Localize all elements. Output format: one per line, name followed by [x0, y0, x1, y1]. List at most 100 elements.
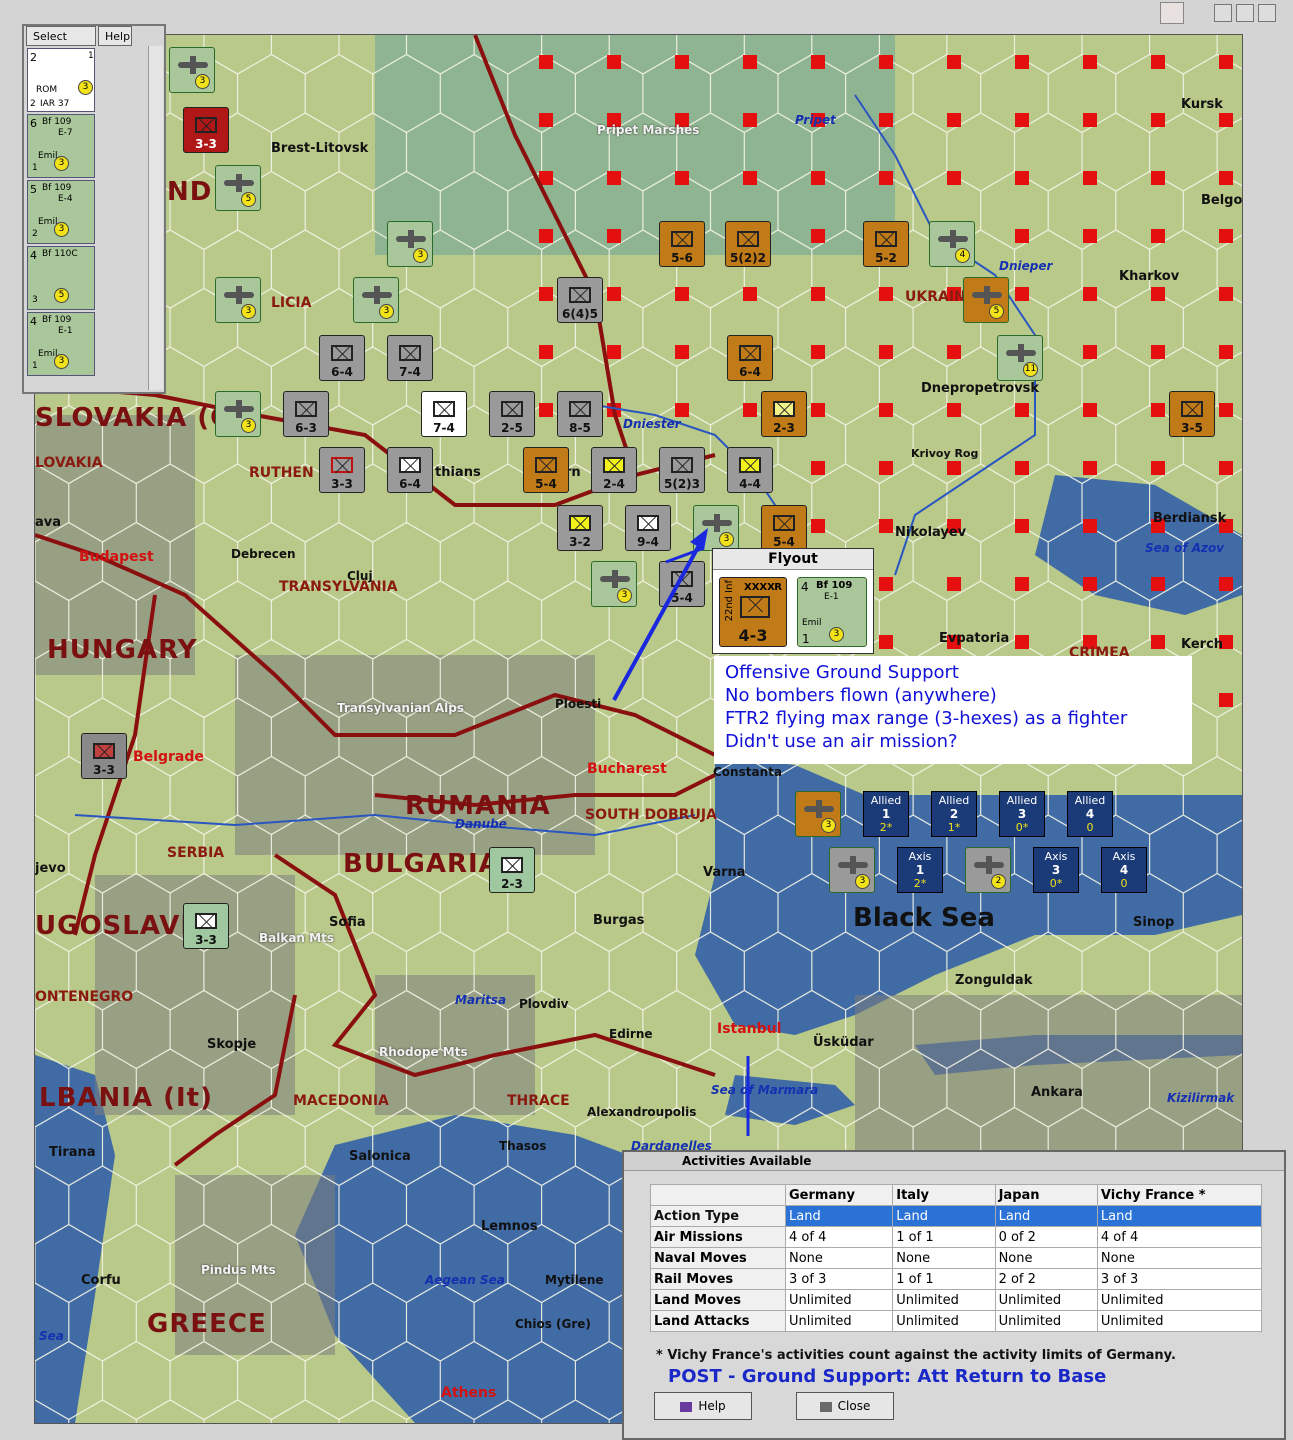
unit-counter[interactable]: 3-2	[557, 505, 603, 551]
city-label: Cluj	[347, 569, 373, 583]
unit-counter[interactable]: 3-3	[319, 447, 365, 493]
unit-counter[interactable]: 5(2)3	[659, 447, 705, 493]
air-unit[interactable]: 3	[387, 221, 433, 267]
region-label: LOVAKIA	[35, 455, 103, 471]
table-row[interactable]: Land Attacks Unlimited Unlimited Unlimit…	[650, 1310, 1263, 1332]
minimize-button[interactable]	[1214, 4, 1232, 22]
book-icon	[680, 1401, 693, 1412]
unit-counter[interactable]: 5-6	[659, 221, 705, 267]
allied-slot-2[interactable]: Allied 2 1*	[931, 791, 977, 837]
unit-list-item[interactable]: 4 Bf 109 E-1 Emil 1 3	[27, 312, 95, 376]
unit-counter[interactable]: 5-4	[761, 505, 807, 551]
flyout-ground-unit[interactable]: 22nd Inf XXXX R 4-3	[719, 577, 787, 647]
unit-counter[interactable]: 2-3	[761, 391, 807, 437]
capital-label: Budapest	[79, 549, 154, 565]
unit-counter[interactable]: 6(4)5	[557, 277, 603, 323]
table-row[interactable]: Naval Moves None None None None	[650, 1247, 1263, 1269]
table-row[interactable]: Land Moves Unlimited Unlimited Unlimited…	[650, 1289, 1263, 1311]
air-unit[interactable]: 3	[693, 505, 739, 551]
allied-air-unit-slot[interactable]: 3	[795, 791, 841, 837]
flyout-title: Flyout	[713, 549, 873, 570]
unit-counter[interactable]: 5-4	[523, 447, 569, 493]
allied-slot-1[interactable]: Allied 1 2*	[863, 791, 909, 837]
unit-counter[interactable]: 2-3	[489, 847, 535, 893]
air-unit[interactable]: 11	[997, 335, 1043, 381]
city-label: Dnepropetrovsk	[921, 381, 1040, 396]
air-unit[interactable]: 3	[169, 47, 215, 93]
column-header: Italy	[892, 1184, 996, 1206]
unit-list-item[interactable]: 4 Bf 110C 3 5	[27, 246, 95, 310]
select-tab[interactable]: Select	[26, 26, 96, 46]
air-unit[interactable]: 3	[591, 561, 637, 607]
help-tab[interactable]: Help	[98, 26, 132, 46]
unit-list-item[interactable]: 6 Bf 109 E-7 Emil 1 3	[27, 114, 95, 178]
unit-counter[interactable]: 6-4	[387, 447, 433, 493]
river-label: Dnieper	[999, 259, 1053, 273]
unit-list-scrollbar[interactable]	[148, 46, 163, 390]
capital-label: Bucharest	[587, 761, 667, 777]
country-label-yugoslavia: UGOSLAVI	[35, 911, 192, 941]
help-button[interactable]: Help	[654, 1392, 752, 1420]
flyout-air-unit[interactable]: 4 Bf 109 E-1 Emil 1 3	[797, 577, 867, 647]
close-button[interactable]: Close	[796, 1392, 894, 1420]
air-unit[interactable]: 4	[929, 221, 975, 267]
unit-counter[interactable]: 8-5	[557, 391, 603, 437]
unit-list-item[interactable]: 2 ROM IAR 37 1 2 3	[27, 48, 95, 112]
unit-counter[interactable]: 5-2	[863, 221, 909, 267]
city-label: Plovdiv	[519, 997, 569, 1011]
unit-counter[interactable]: 6-4	[727, 335, 773, 381]
city-label: Mytilene	[545, 1273, 604, 1287]
unit-counter[interactable]: 7-4	[387, 335, 433, 381]
air-unit[interactable]: 3	[215, 277, 261, 323]
region-label: UKRAIN	[905, 289, 966, 305]
capital-label: Belgrade	[133, 749, 204, 765]
unit-counter[interactable]: 3-3	[81, 733, 127, 779]
city-label: Chios (Gre)	[515, 1317, 591, 1331]
allied-slot-4[interactable]: Allied 4 0	[1067, 791, 1113, 837]
axis-air-unit-slot-2[interactable]: 2	[965, 847, 1011, 893]
unit-counter[interactable]: 9-4	[625, 505, 671, 551]
unit-select-panel: Select Help 2 ROM IAR 37 1 2 3 6 Bf 109 …	[22, 24, 166, 394]
axis-slot-4[interactable]: Axis 4 0	[1101, 847, 1147, 893]
unit-counter[interactable]: 6-3	[283, 391, 329, 437]
unit-counter[interactable]: 7-4	[421, 391, 467, 437]
axis-slot-1[interactable]: Axis 1 2*	[897, 847, 943, 893]
city-label: Corfu	[81, 1273, 121, 1288]
axis-slot-3[interactable]: Axis 3 0*	[1033, 847, 1079, 893]
terrain-label: Transylvanian Alps	[337, 701, 465, 715]
allied-slot-3[interactable]: Allied 3 0*	[999, 791, 1045, 837]
unit-counter[interactable]: 3-5	[1169, 391, 1215, 437]
region-label: TRANSYLVANIA	[279, 579, 398, 595]
dialog-footnote: * Vichy France's activities count agains…	[656, 1348, 1176, 1363]
unit-counter[interactable]: 5(2)2	[725, 221, 771, 267]
air-unit[interactable]: 3	[353, 277, 399, 323]
close-window-button[interactable]	[1258, 4, 1276, 22]
table-row[interactable]: Air Missions 4 of 4 1 of 1 0 of 2 4 of 4	[650, 1226, 1263, 1248]
unit-counter[interactable]: 2-4	[591, 447, 637, 493]
capital-label: Istanbul	[717, 1021, 782, 1037]
country-label-poland: ND	[167, 177, 213, 207]
city-label: Kharkov	[1119, 269, 1180, 284]
city-label: ava	[35, 515, 62, 530]
city-label: Edirne	[609, 1027, 653, 1041]
unit-counter[interactable]: 3-3	[183, 903, 229, 949]
unit-counter[interactable]: 4-4	[727, 447, 773, 493]
axis-air-unit-slot[interactable]: 3	[829, 847, 875, 893]
air-unit[interactable]: 5	[963, 277, 1009, 323]
city-label: Üsküdar	[813, 1035, 874, 1050]
air-unit[interactable]: 3	[215, 391, 261, 437]
unit-counter[interactable]: 3-3	[183, 107, 229, 153]
unit-counter[interactable]: 6-4	[319, 335, 365, 381]
air-unit[interactable]: 5	[215, 165, 261, 211]
unit-counter[interactable]: 2-5	[489, 391, 535, 437]
city-label: thians	[435, 465, 481, 480]
maximize-button[interactable]	[1236, 4, 1254, 22]
river-label: Dniester	[623, 417, 681, 431]
annotation-note: Offensive Ground Support No bombers flow…	[714, 656, 1192, 764]
table-row[interactable]: Action Type Land Land Land Land	[650, 1205, 1263, 1227]
unit-list-item[interactable]: 5 Bf 109 E-4 Emil 2 3	[27, 180, 95, 244]
city-label: Krivoy Rog	[911, 447, 979, 460]
river-label: Maritsa	[455, 993, 507, 1007]
table-row[interactable]: Rail Moves 3 of 3 1 of 1 2 of 2 3 of 3	[650, 1268, 1263, 1290]
unit-counter[interactable]: 5-4	[659, 561, 705, 607]
